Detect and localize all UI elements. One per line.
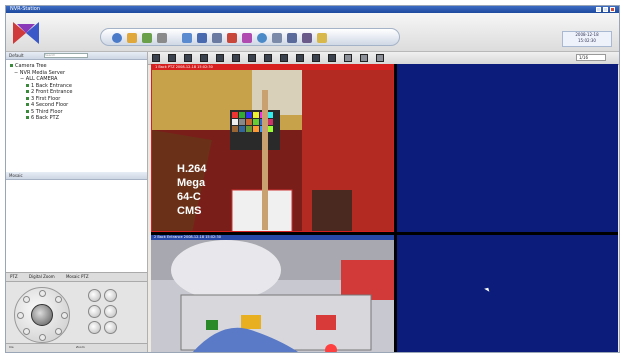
camera-tree-tab[interactable]: Default: [9, 53, 24, 58]
layout-wide-icon[interactable]: [312, 54, 320, 62]
split-icon[interactable]: [360, 54, 368, 62]
tree-camera-item[interactable]: 6 Back PTZ: [10, 115, 147, 122]
tab-mosaic-ptz[interactable]: Mosaic PTZ: [66, 274, 89, 279]
app-window: NVR-Station 2008-12-18 15:02:30 Default …: [5, 5, 620, 353]
overlay-line: 64-C: [177, 191, 201, 203]
iris-close-button[interactable]: [104, 321, 117, 334]
maximize-button[interactable]: [603, 7, 608, 12]
zoom-label: Zoom: [76, 345, 85, 349]
ptz-direction-pad[interactable]: [14, 287, 70, 343]
ptz-bottom-bar: Iris Zoom: [6, 343, 147, 352]
ptz-right-button[interactable]: [61, 312, 68, 319]
mosaic-panel-title: Mosaic: [9, 173, 23, 178]
iris-label: Iris: [9, 345, 14, 349]
title-bar: NVR-Station: [6, 6, 619, 13]
tools-icon[interactable]: [302, 33, 312, 43]
camera-icon: [26, 103, 29, 106]
camera-icon: [26, 116, 29, 119]
video-cell-2[interactable]: [397, 64, 618, 232]
layout-custom-icon[interactable]: [296, 54, 304, 62]
layout-3x3-icon[interactable]: [184, 54, 192, 62]
page-indicator[interactable]: 1/16: [576, 54, 606, 61]
playback-icon[interactable]: [142, 33, 152, 43]
snapshot-icon[interactable]: [272, 33, 282, 43]
ptz-downright-button[interactable]: [55, 328, 62, 335]
ptz-upleft-button[interactable]: [23, 296, 30, 303]
overlay-line: CMS: [177, 205, 201, 217]
tab-ptz[interactable]: PTZ: [10, 274, 18, 279]
ptz-upright-button[interactable]: [55, 296, 62, 303]
ptz-home-button[interactable]: [31, 304, 53, 326]
grid-icon[interactable]: [212, 33, 222, 43]
camera-tree-icon: [10, 64, 13, 67]
ptz-panel: PTZ Digital Zoom Mosaic PTZ Iris Zoom: [6, 272, 147, 352]
layout-1plus5-icon[interactable]: [216, 54, 224, 62]
event-icon[interactable]: [242, 33, 252, 43]
overlay-line: Mega: [177, 177, 206, 189]
ptz-up-button[interactable]: [39, 290, 46, 297]
zoom-in-button[interactable]: [88, 289, 101, 302]
tab-digital-zoom[interactable]: Digital Zoom: [29, 274, 55, 279]
key-icon[interactable]: [317, 33, 327, 43]
network-icon[interactable]: [257, 33, 267, 43]
layout-2x2-icon[interactable]: [168, 54, 176, 62]
layout-full-icon[interactable]: [328, 54, 336, 62]
camera-tree: Camera Tree − NVR Media Server − ALL CAM…: [6, 60, 147, 122]
live-view-icon[interactable]: [112, 33, 122, 43]
ptz-down-button[interactable]: [39, 334, 46, 341]
camera-icon: [26, 83, 29, 87]
layout-1x1-icon[interactable]: [152, 54, 160, 62]
ptz-left-button[interactable]: [17, 312, 24, 319]
alarm-icon[interactable]: [227, 33, 237, 43]
camera-search-input[interactable]: Search: [44, 53, 88, 58]
camera-feed-image: H.264 Mega 64-C CMS: [152, 70, 393, 231]
layout-5x5-icon[interactable]: [264, 54, 272, 62]
layout-4x4-icon[interactable]: [200, 54, 208, 62]
main-toolbar: 2008-12-18 15:02:30: [6, 13, 619, 52]
video-grid: 1 Back PTZ 2008-12-18 15:02:30 H.264 Meg…: [151, 64, 618, 352]
video-cell-4[interactable]: [397, 235, 618, 352]
minimize-button[interactable]: [596, 7, 601, 12]
layout-1plus12-icon[interactable]: [248, 54, 256, 62]
camera-feed-image: [151, 240, 394, 352]
layout-1plus7-icon[interactable]: [232, 54, 240, 62]
sequence-icon[interactable]: [344, 54, 352, 62]
app-logo: [13, 22, 39, 44]
left-panel: Default Search Camera Tree − NVR Media S…: [6, 52, 148, 352]
user-icon[interactable]: [287, 33, 297, 43]
record-icon[interactable]: [127, 33, 137, 43]
camera-icon: [26, 109, 29, 113]
camera-icon: [26, 90, 29, 93]
time-label: 15:02:30: [578, 38, 596, 43]
overlay-line: H.264: [177, 163, 207, 175]
settings-icon[interactable]: [157, 33, 167, 43]
layout-icon[interactable]: [182, 33, 192, 43]
ptz-downleft-button[interactable]: [23, 328, 30, 335]
camera-icon[interactable]: [197, 33, 207, 43]
camera-tree-header: Default Search: [6, 52, 147, 60]
video-cell-3[interactable]: 2 Back Entrance 2008-12-18 15:02:30: [151, 235, 394, 352]
date-time-display: 2008-12-18 15:02:30: [562, 31, 612, 47]
video-cell-1[interactable]: 1 Back PTZ 2008-12-18 15:02:30 H.264 Meg…: [151, 64, 394, 232]
camera-icon: [26, 96, 29, 100]
iris-open-button[interactable]: [88, 321, 101, 334]
layout-6x6-icon[interactable]: [280, 54, 288, 62]
grid-options-icon[interactable]: [376, 54, 384, 62]
zoom-out-button[interactable]: [104, 289, 117, 302]
mosaic-panel-header: Mosaic: [6, 172, 147, 180]
window-title: NVR-Station: [10, 6, 41, 12]
focus-near-button[interactable]: [88, 305, 101, 318]
ptz-tabs: PTZ Digital Zoom Mosaic PTZ: [6, 273, 147, 282]
close-button[interactable]: [610, 7, 615, 12]
focus-far-button[interactable]: [104, 305, 117, 318]
